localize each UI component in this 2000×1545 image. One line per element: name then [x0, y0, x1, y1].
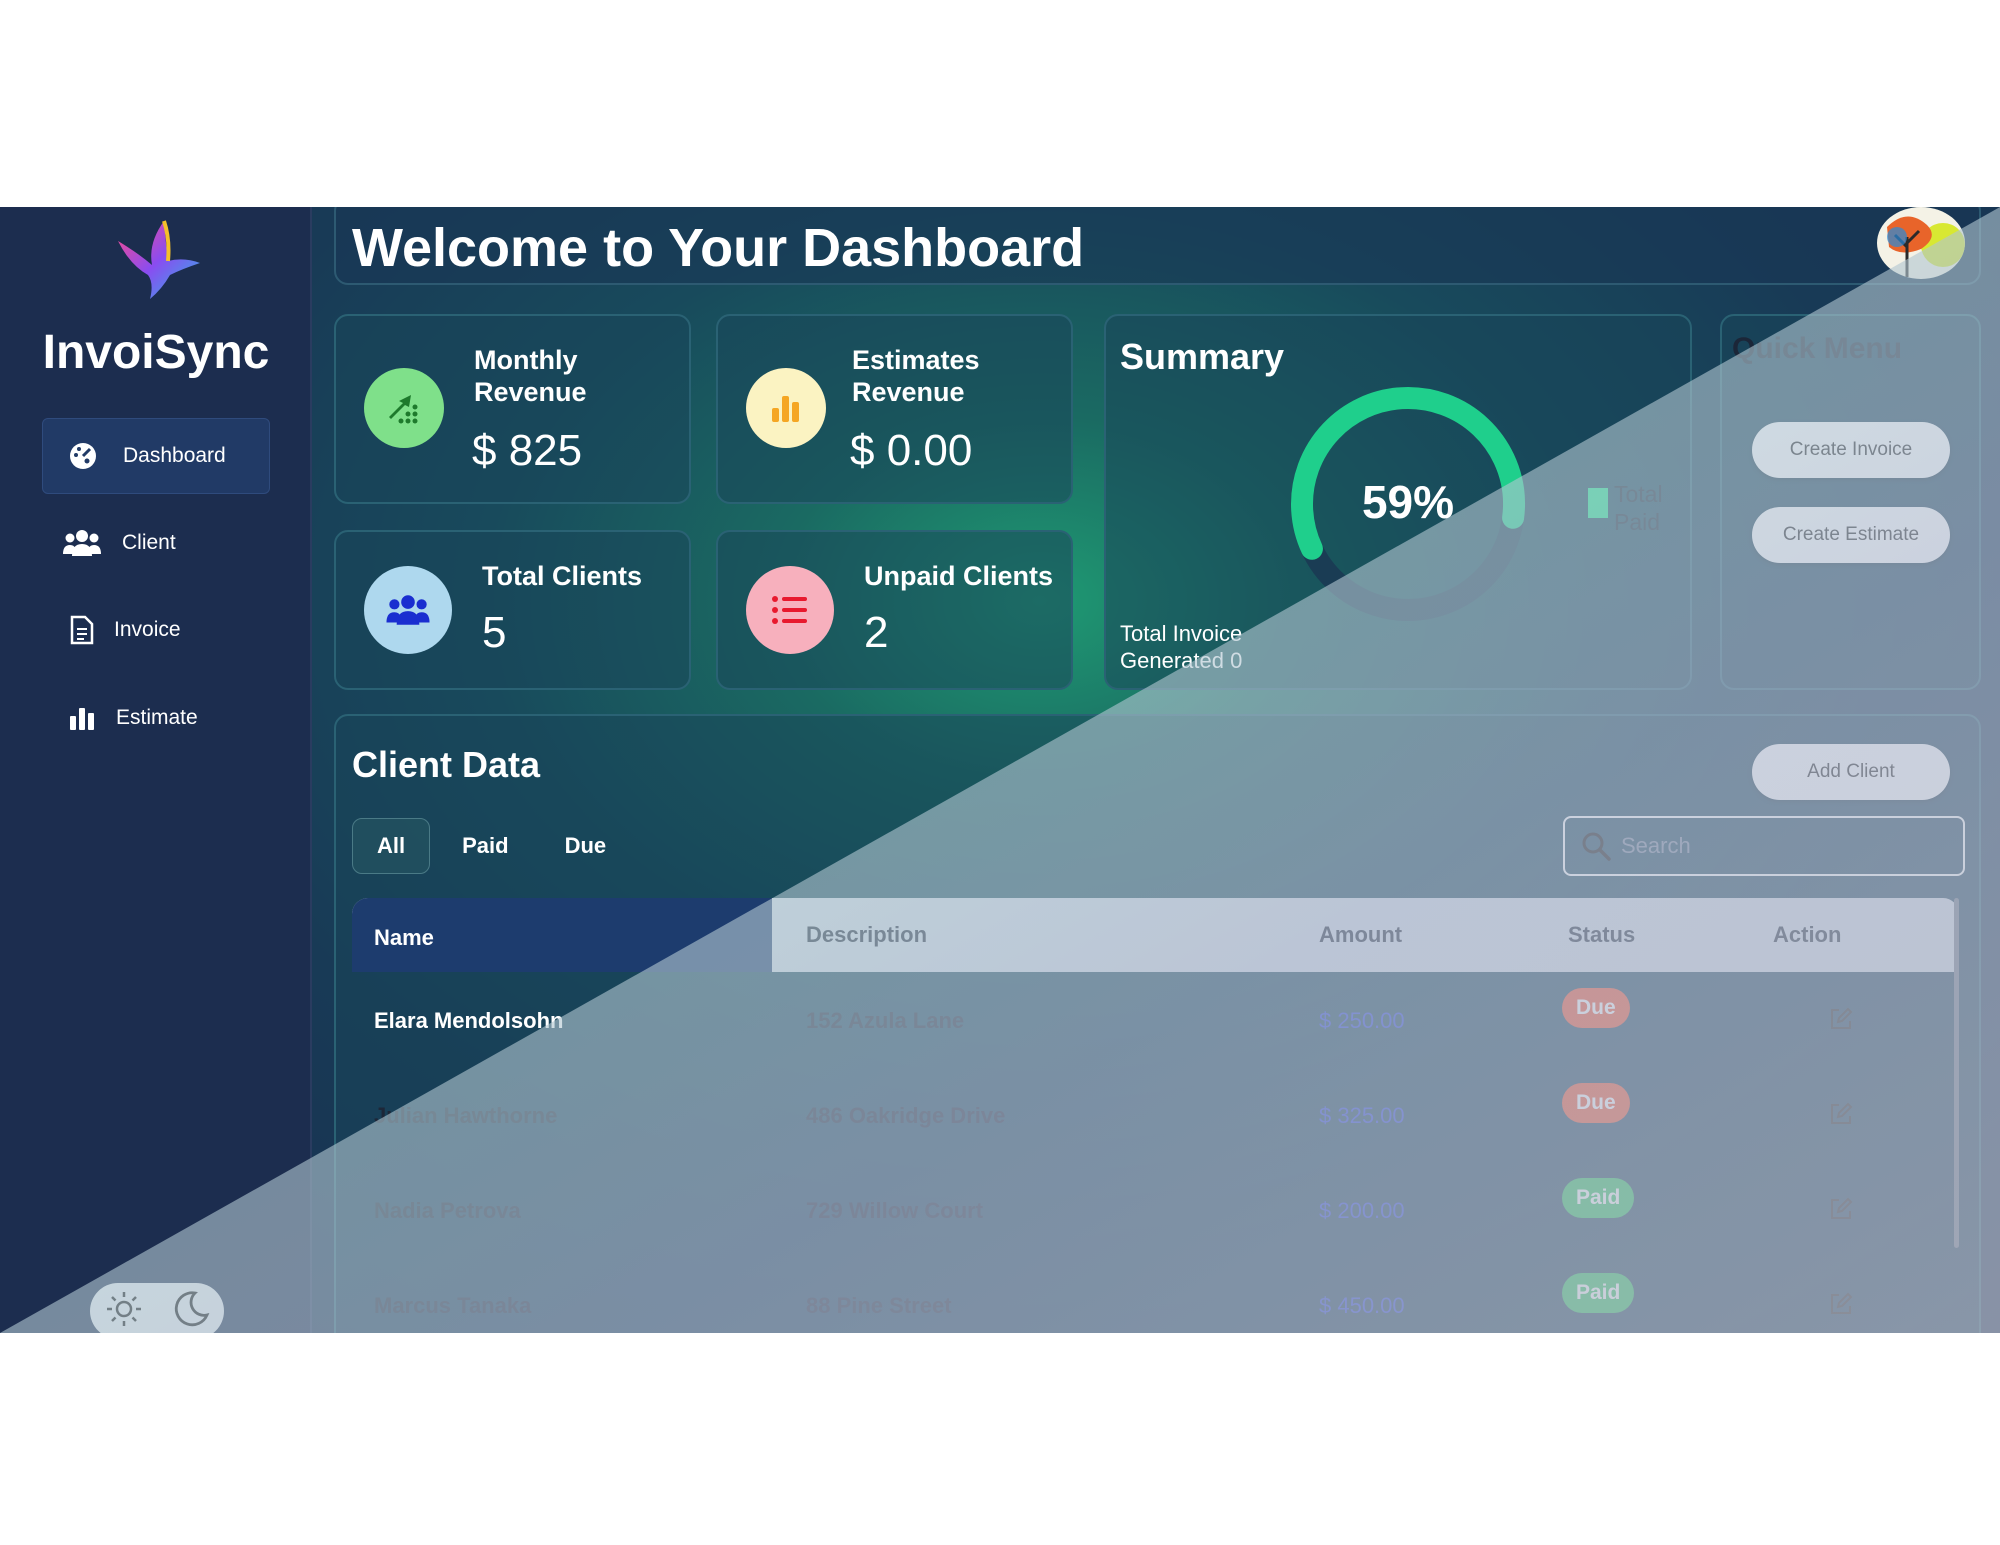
- client-data-title: Client Data: [352, 744, 541, 785]
- legend-label: Total Paid: [1614, 481, 1663, 535]
- moon-icon[interactable]: [171, 1289, 211, 1334]
- client-name: Nadia Petrova: [374, 1198, 521, 1223]
- client-amount: $ 250.00: [1319, 1008, 1405, 1033]
- stat-title: Total Clients: [482, 561, 643, 591]
- column-header-amount[interactable]: Amount: [1319, 922, 1402, 948]
- sidebar-item-label: Dashboard: [123, 444, 226, 467]
- stat-title: Monthly Revenue: [474, 345, 587, 407]
- sidebar-item-label: Client: [122, 531, 176, 554]
- column-header-status[interactable]: Status: [1568, 922, 1635, 948]
- search-input[interactable]: [1621, 833, 1941, 859]
- users-icon: [62, 523, 102, 563]
- quick-menu-title: Quick Menu: [1732, 332, 1903, 365]
- tab-all[interactable]: All: [352, 818, 431, 874]
- avatar[interactable]: [1877, 207, 1965, 279]
- legend-swatch: [1588, 488, 1608, 518]
- theme-toggle[interactable]: [90, 1283, 224, 1333]
- client-amount: $ 325.00: [1319, 1103, 1405, 1128]
- bar-chart-icon: [746, 368, 826, 448]
- sidebar-item-estimate[interactable]: Estimate: [42, 680, 270, 756]
- column-header-name[interactable]: Name: [374, 925, 434, 951]
- quick-menu-panel: Quick Menu Create Invoice Create Estimat…: [1720, 314, 1981, 690]
- client-description: 152 Azula Lane: [806, 1008, 965, 1033]
- client-description: 729 Willow Court: [806, 1198, 984, 1223]
- client-table: Name Description Amount Status Action El…: [352, 898, 1959, 1333]
- sidebar-item-invoice[interactable]: Invoice: [42, 592, 270, 668]
- status-badge: Paid: [1562, 1273, 1635, 1313]
- tab-due[interactable]: Due: [541, 818, 631, 874]
- sidebar-item-label: Estimate: [116, 706, 198, 729]
- brand-name: InvoiSync: [42, 326, 270, 379]
- client-data-panel: Client Data Add Client All Paid Due Name…: [334, 714, 1981, 1333]
- edit-icon[interactable]: [1828, 1196, 1854, 1222]
- table-row[interactable]: Julian Hawthorne 486 Oakridge Drive $ 32…: [352, 1067, 1959, 1162]
- stat-title: Unpaid Clients: [864, 561, 1054, 591]
- sidebar-item-label: Invoice: [114, 618, 181, 641]
- table-header: Name Description Amount Status Action: [352, 898, 1959, 972]
- logo-bird-icon: [118, 220, 200, 299]
- sidebar: InvoiSync Dashboard Client Invoice Estim…: [0, 207, 312, 1333]
- sidebar-item-client[interactable]: Client: [42, 505, 270, 581]
- column-header-action[interactable]: Action: [1773, 922, 1841, 948]
- sidebar-item-dashboard[interactable]: Dashboard: [42, 418, 270, 494]
- status-badge: Due: [1562, 1083, 1630, 1123]
- add-client-button[interactable]: Add Client: [1752, 744, 1950, 800]
- client-name: Marcus Tanaka: [374, 1293, 532, 1318]
- sun-icon[interactable]: [104, 1289, 144, 1334]
- status-badge: Paid: [1562, 1178, 1635, 1218]
- stat-card-total-clients: Total Clients 5: [334, 530, 691, 690]
- stat-value: $ 0.00: [850, 426, 973, 475]
- stat-value: $ 825: [472, 426, 583, 475]
- summary-panel: Summary 59% Total Paid Total Invoice Gen…: [1104, 314, 1692, 690]
- tab-paid[interactable]: Paid: [438, 818, 532, 874]
- stat-value: 5: [482, 608, 507, 657]
- table-row[interactable]: Elara Mendolsohn 152 Azula Lane $ 250.00…: [352, 972, 1959, 1067]
- dashboard-gauge-icon: [63, 436, 103, 476]
- donut-percent-label: 59%: [1362, 476, 1454, 528]
- client-name: Julian Hawthorne: [374, 1103, 558, 1128]
- stat-title: Estimates Revenue: [852, 345, 980, 407]
- edit-icon[interactable]: [1828, 1291, 1854, 1317]
- create-estimate-button[interactable]: Create Estimate: [1752, 507, 1950, 563]
- table-row[interactable]: Marcus Tanaka 88 Pine Street $ 450.00 Pa…: [352, 1257, 1959, 1333]
- stat-value: 2: [864, 608, 889, 657]
- stat-card-estimates-revenue: Estimates Revenue $ 0.00: [716, 314, 1073, 504]
- client-description: 88 Pine Street: [806, 1293, 952, 1318]
- column-header-description[interactable]: Description: [806, 922, 927, 948]
- stat-card-unpaid-clients: Unpaid Clients 2: [716, 530, 1073, 690]
- create-invoice-button[interactable]: Create Invoice: [1752, 422, 1950, 478]
- page-title: Welcome to Your Dashboard: [352, 218, 1085, 278]
- users-icon: [364, 566, 452, 654]
- status-badge: Due: [1562, 988, 1630, 1028]
- bar-chart-icon: [62, 698, 102, 738]
- document-icon: [62, 610, 102, 650]
- summary-footer: Total Invoice Generated 0: [1120, 621, 1243, 673]
- growth-chart-icon: [364, 368, 444, 448]
- table-scrollbar[interactable]: [1954, 898, 1959, 1248]
- summary-donut: 59%: [1291, 387, 1525, 621]
- app-window: InvoiSync Dashboard Client Invoice Estim…: [0, 207, 2000, 1333]
- list-icon: [746, 566, 834, 654]
- client-amount: $ 450.00: [1319, 1293, 1405, 1318]
- client-amount: $ 200.00: [1319, 1198, 1405, 1223]
- page-header: Welcome to Your Dashboard: [334, 207, 1981, 285]
- client-name: Elara Mendolsohn: [374, 1008, 564, 1033]
- edit-icon[interactable]: [1828, 1101, 1854, 1127]
- edit-icon[interactable]: [1828, 1006, 1854, 1032]
- summary-title: Summary: [1120, 336, 1285, 377]
- stat-card-monthly-revenue: Monthly Revenue $ 825: [334, 314, 691, 504]
- search-icon: [1581, 831, 1611, 861]
- search-box: [1563, 816, 1965, 876]
- client-description: 486 Oakridge Drive: [806, 1103, 1006, 1128]
- table-row[interactable]: Nadia Petrova 729 Willow Court $ 200.00 …: [352, 1162, 1959, 1257]
- filter-tabs: All Paid Due: [352, 818, 638, 874]
